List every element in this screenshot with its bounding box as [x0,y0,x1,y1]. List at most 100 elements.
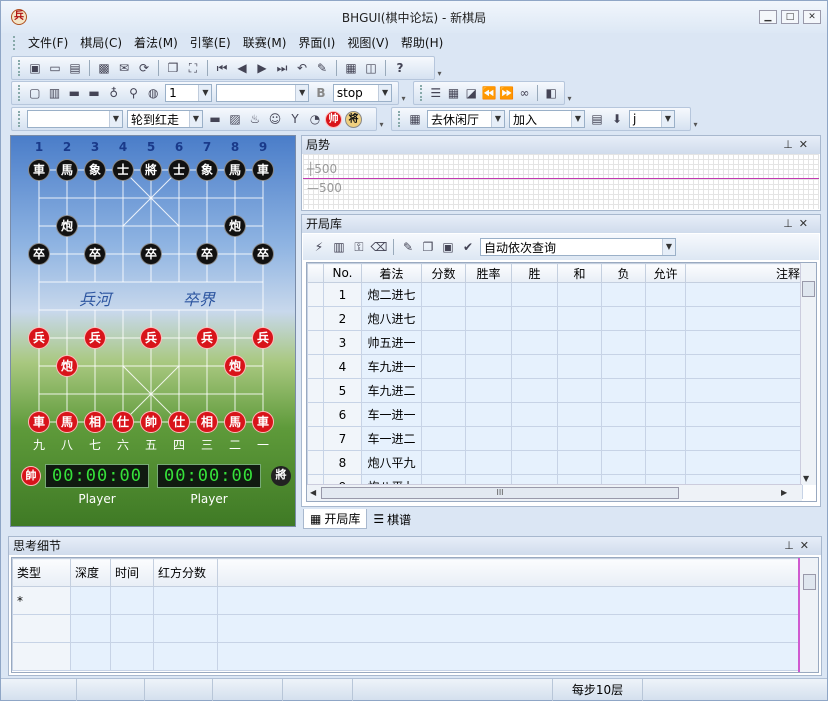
maximize-button[interactable]: □ [781,10,799,24]
black-advisor[interactable]: 士 [112,159,134,181]
capture-icon[interactable]: ⛶ [184,59,202,77]
join-combo[interactable]: 加入 ▼ [509,110,585,128]
download-arrow-icon[interactable]: ⬇ [608,110,626,128]
menu-grip[interactable] [13,36,16,50]
scroll-down-icon[interactable]: ▼ [803,474,809,483]
mail-icon[interactable]: ✉ [115,59,133,77]
copy-icon[interactable]: ❐ [164,59,182,77]
first-move-icon[interactable]: ⏮ [213,59,231,77]
check-icon[interactable]: ✔ [459,238,477,256]
table-row[interactable]: 1 炮二进七 [307,282,803,307]
table-icon[interactable]: ▤ [588,110,606,128]
y-icon[interactable]: Y [286,110,304,128]
pin-icon[interactable]: ⊥ [783,217,799,230]
toolbar-overflow-icon[interactable]: ▾ [565,81,574,103]
menu-engine[interactable]: 引擎(E) [184,33,237,53]
import-icon[interactable]: ▣ [439,238,457,256]
black-pawn[interactable]: 卒 [140,243,162,265]
black-pawn[interactable]: 卒 [28,243,50,265]
globe-icon[interactable]: ◍ [144,84,162,102]
vertical-scrollbar[interactable]: ▼ [800,263,816,485]
refresh-icon[interactable]: ⟳ [135,59,153,77]
menu-file[interactable]: 文件(F) [22,33,74,53]
menu-league[interactable]: 联赛(M) [237,33,293,53]
black-horse[interactable]: 馬 [224,159,246,181]
toolbar-overflow-icon[interactable]: ▾ [399,81,408,103]
vertical-scrollbar[interactable] [798,558,818,672]
chevron-down-icon[interactable]: ▼ [378,85,392,101]
column-header[interactable]: 胜 [511,263,558,283]
close-icon[interactable]: ✕ [799,138,814,151]
red-pawn[interactable]: 兵 [28,327,50,349]
save-icon[interactable]: ▤ [66,59,84,77]
depth-combo[interactable]: 1 ▼ [165,84,213,102]
black-pawn[interactable]: 卒 [196,243,218,265]
toolbar-grip[interactable] [398,111,401,127]
black-elephant[interactable]: 象 [196,159,218,181]
chevron-down-icon[interactable]: ▼ [189,111,202,127]
red-advisor[interactable]: 仕 [168,411,190,433]
chevron-down-icon[interactable]: ▼ [198,85,212,101]
black-chariot[interactable]: 車 [28,159,50,181]
close-button[interactable]: ✕ [803,10,821,24]
black-chariot[interactable]: 車 [252,159,274,181]
chevron-down-icon[interactable]: ▼ [661,111,674,127]
screen-icon[interactable]: ▨ [226,110,244,128]
extra-combo[interactable]: j ▼ [629,110,675,128]
forward-arrow-icon[interactable]: ▶ [253,59,271,77]
toolbar-overflow-icon[interactable]: ▾ [435,56,444,78]
column-header[interactable]: 胜率 [465,263,512,283]
chevron-down-icon[interactable]: ▼ [109,111,122,127]
scrollbar-thumb[interactable] [803,574,816,590]
database-icon[interactable]: ▥ [330,238,348,256]
column-header[interactable]: 和 [557,263,602,283]
computer-icon[interactable]: ▬ [206,110,224,128]
clock-icon[interactable]: ◔ [306,110,324,128]
add-window-icon[interactable]: ◪ [463,84,479,102]
table-row[interactable]: 2 炮八进七 [307,306,803,331]
red-king[interactable]: 帥 [140,411,162,433]
panel-layout-icon[interactable]: ◧ [543,84,559,102]
black-horse[interactable]: 馬 [56,159,78,181]
column-header[interactable]: No. [323,263,362,283]
red-cannon[interactable]: 炮 [224,355,246,377]
scroll-right-icon[interactable]: ▶ [781,488,787,497]
table-row[interactable]: 8 炮八平九 [307,450,803,475]
scrollbar-thumb[interactable]: III [321,487,679,499]
column-header[interactable]: 允许 [645,263,686,283]
table-row[interactable] [12,642,799,671]
stop-combo[interactable]: stop ▼ [332,84,393,102]
red-pawn[interactable]: 兵 [84,327,106,349]
red-advisor[interactable]: 仕 [112,411,134,433]
back-arrow-icon[interactable]: ◀ [233,59,251,77]
black-elephant[interactable]: 象 [84,159,106,181]
pin-icon[interactable]: ⊥ [783,138,799,151]
window-icon[interactable]: ◫ [362,59,380,77]
edit-icon[interactable]: ✎ [399,238,417,256]
chess-board-panel[interactable]: 1 2 3 4 5 6 7 8 9 兵河 卒界 車 馬 象 士 將 士 象 馬 … [10,135,296,527]
search-icon[interactable]: ⚲ [125,84,143,102]
engine-settings-icon[interactable]: ▥ [46,84,64,102]
delete-icon[interactable]: ⌫ [370,238,388,256]
person-icon[interactable]: ☺ [266,110,284,128]
rewind-icon[interactable]: ⏪ [481,84,497,102]
horizontal-scrollbar[interactable]: ◀ III ▶ [307,484,802,501]
last-move-icon[interactable]: ⏭ [273,59,291,77]
red-chariot[interactable]: 車 [252,411,274,433]
red-pawn[interactable]: 兵 [140,327,162,349]
red-chariot[interactable]: 車 [28,411,50,433]
minimize-button[interactable]: ▁ [759,10,777,24]
toolbar-overflow-icon[interactable]: ▾ [377,107,386,129]
menu-view[interactable]: 视图(V) [341,33,395,53]
chevron-down-icon[interactable]: ▼ [295,85,309,101]
grid-icon[interactable]: ▦ [446,84,462,102]
mark-icon[interactable]: ✎ [313,59,331,77]
chevron-down-icon[interactable]: ▼ [662,239,675,255]
toolbar-grip[interactable] [18,111,21,127]
black-cannon[interactable]: 炮 [56,215,78,237]
forward-icon[interactable]: ⏩ [499,84,515,102]
column-header[interactable]: 分数 [421,263,466,283]
monitor-icon[interactable]: ▬ [65,84,83,102]
room-combo[interactable]: 去休闲厅 ▼ [427,110,505,128]
toolbar-grip[interactable] [420,85,423,101]
